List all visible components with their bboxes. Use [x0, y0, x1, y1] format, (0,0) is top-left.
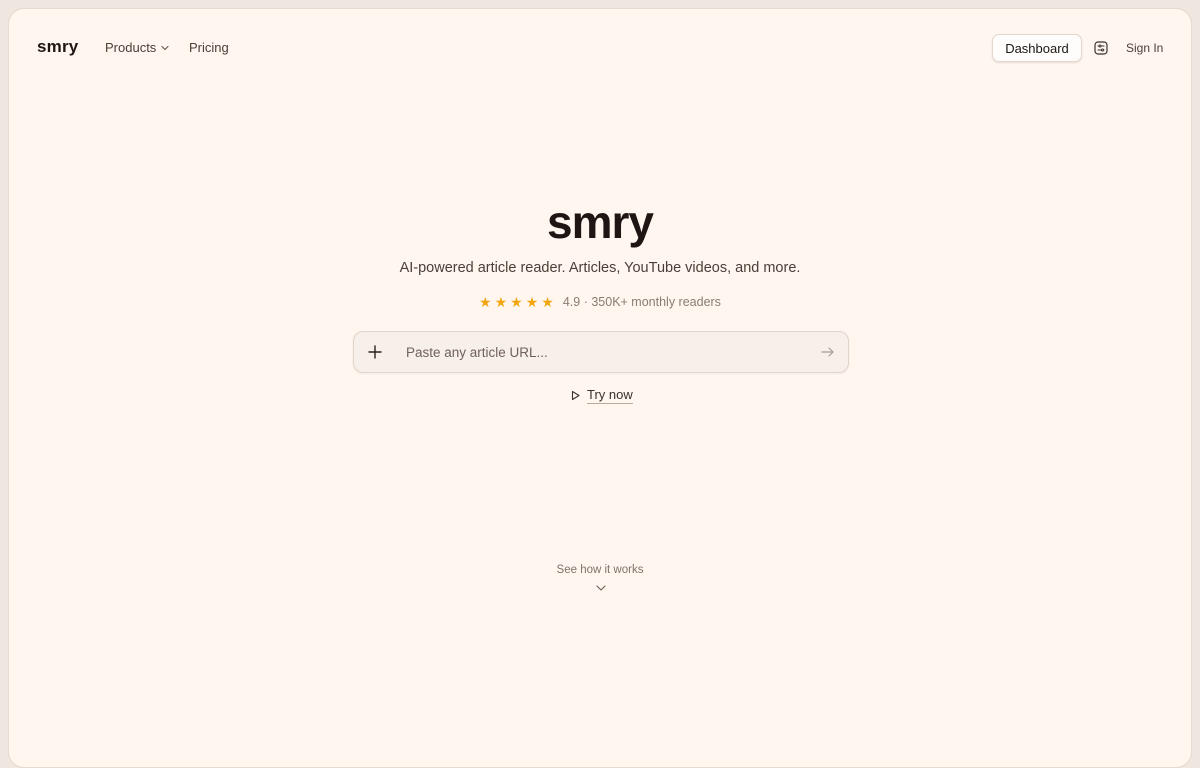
chevron-down-icon — [161, 45, 169, 50]
rating-stars: ★ ★ ★ ★ ★ — [479, 295, 554, 309]
star-icon: ★ — [494, 294, 508, 310]
try-now-label: Try now — [587, 387, 633, 404]
try-now-link[interactable]: Try now — [570, 387, 633, 404]
site-header: smry Products Pricing Dashboard Sign In — [9, 9, 1191, 87]
hero-title: smry — [547, 196, 654, 248]
url-input[interactable] — [406, 340, 806, 364]
star-icon: ★ — [541, 294, 554, 310]
page-frame: smry Products Pricing Dashboard Sign In … — [8, 8, 1192, 768]
nav-products-label: Products — [105, 40, 157, 55]
chevron-down-icon[interactable] — [595, 582, 607, 594]
dashboard-button[interactable]: Dashboard — [992, 34, 1082, 62]
star-icon: ★ — [510, 294, 523, 310]
play-icon — [571, 390, 580, 401]
plus-icon — [368, 345, 382, 359]
arrow-right-icon — [821, 347, 834, 357]
sliders-icon[interactable] — [1093, 40, 1109, 56]
nav-products[interactable]: Products — [105, 40, 170, 55]
nav-pricing[interactable]: Pricing — [189, 40, 229, 55]
rating: ★ ★ ★ ★ ★ 4.9 · 350K+ monthly readers — [9, 295, 1191, 309]
hero-subtitle: AI-powered article reader. Articles, You… — [399, 260, 801, 276]
url-search-box — [353, 331, 849, 373]
star-icon: ★ — [479, 294, 492, 310]
submit-button[interactable] — [820, 344, 836, 360]
see-how-it-works-link[interactable]: See how it works — [9, 564, 1191, 576]
rating-text: 4.9 · 350K+ monthly readers — [562, 295, 721, 309]
sign-in-link[interactable]: Sign In — [1126, 41, 1163, 55]
add-button[interactable] — [364, 341, 386, 363]
logo[interactable]: smry — [37, 37, 78, 57]
star-icon: ★ — [525, 294, 539, 310]
